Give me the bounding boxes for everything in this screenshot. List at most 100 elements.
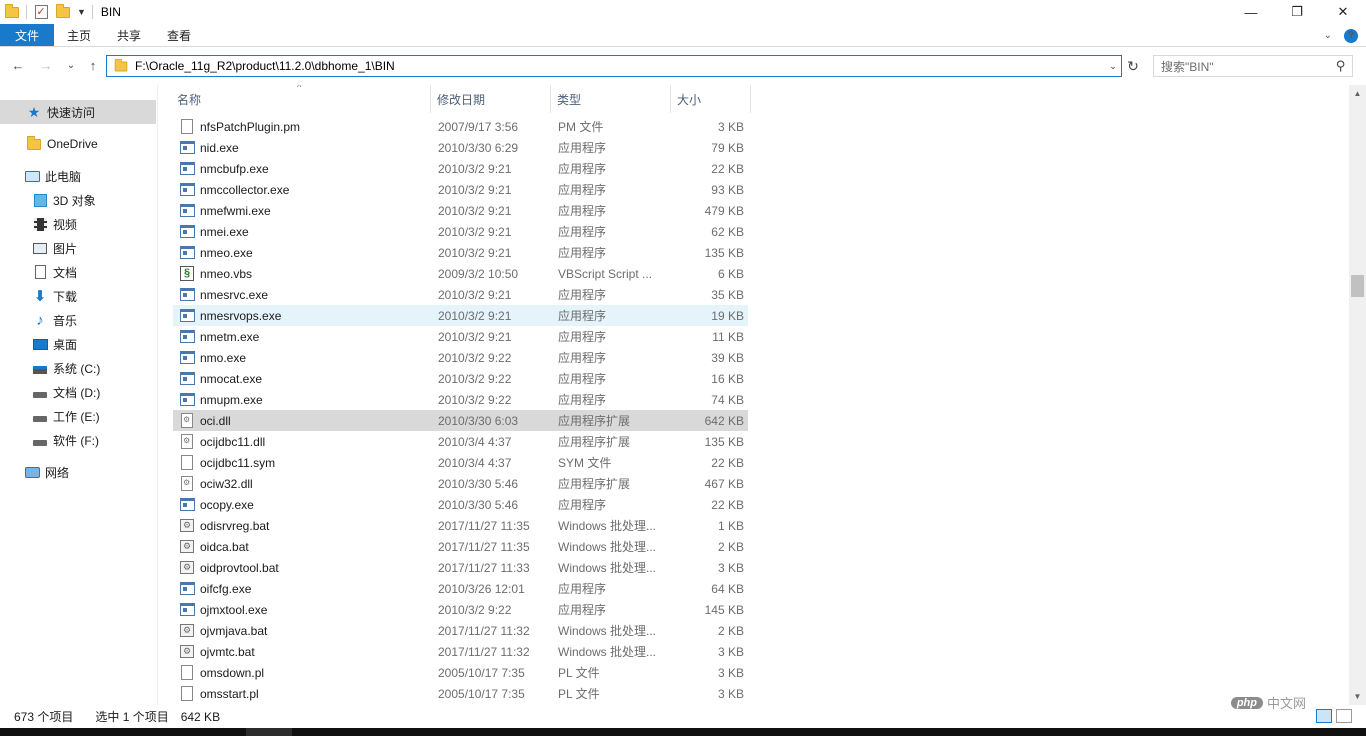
forward-button[interactable]: → [38,58,54,73]
nav-item-this-pc[interactable]: 此电脑 [0,164,156,188]
details-view-icon[interactable] [1316,709,1332,723]
table-row[interactable]: nmesrvc.exe 2010/3/2 9:21 应用程序 35 KB [173,284,748,305]
table-row[interactable]: nmesrvops.exe 2010/3/2 9:21 应用程序 19 KB [173,305,748,326]
expand-ribbon-chevron-icon[interactable]: ⌄ [1324,30,1332,41]
new-folder-icon[interactable] [55,3,71,20]
table-row[interactable]: ocopy.exe 2010/3/30 5:46 应用程序 22 KB [173,494,748,515]
table-row[interactable]: nmetm.exe 2010/3/2 9:21 应用程序 11 KB [173,326,748,347]
nav-item-drive-f[interactable]: 软件 (F:) [0,428,156,452]
exe-icon [179,497,195,513]
search-input[interactable]: 搜索"BIN" ⚲ [1153,55,1353,77]
table-row[interactable]: ocijdbc11.dll 2010/3/4 4:37 应用程序扩展 135 KB [173,431,748,452]
nav-item-music[interactable]: ♪ 音乐 [0,308,156,332]
table-row[interactable]: nmeo.vbs 2009/3/2 10:50 VBScript Script ..… [173,263,748,284]
nav-item-onedrive[interactable]: OneDrive [0,132,156,156]
file-size: 35 KB [711,287,744,302]
scroll-down-icon[interactable]: ▼ [1349,688,1366,705]
toolbar-divider [91,5,93,19]
star-icon: ★ [27,103,41,120]
table-row[interactable]: nmefwmi.exe 2010/3/2 9:21 应用程序 479 KB [173,200,748,221]
customize-toolbar-chevron-icon[interactable]: ▼ [77,7,86,17]
vertical-scrollbar[interactable]: ▲ ▼ [1349,85,1366,705]
download-icon: ⬇ [33,288,47,305]
table-row[interactable]: oidca.bat 2017/11/27 11:35 Windows 批处理... 2… [173,536,748,557]
nav-item-quick-access[interactable]: ★ 快速访问 [0,100,156,124]
nav-item-3d-objects[interactable]: 3D 对象 [0,188,156,212]
table-row[interactable]: ociw32.dll 2010/3/30 5:46 应用程序扩展 467 KB [173,473,748,494]
taskbar-app-button[interactable] [246,728,292,736]
table-row[interactable]: nmccollector.exe 2010/3/2 9:21 应用程序 93 KB [173,179,748,200]
file-type: 应用程序扩展 [558,477,631,491]
file-size: 3 KB [717,119,744,134]
table-row[interactable]: nmei.exe 2010/3/2 9:21 应用程序 62 KB [173,221,748,242]
scroll-up-icon[interactable]: ▲ [1349,85,1366,102]
column-header-type[interactable]: 类型 [551,85,671,113]
file-name: odisrvreg.bat [200,518,270,533]
large-icons-view-icon[interactable] [1336,709,1352,723]
file-icon [179,119,195,135]
nav-item-label: 音乐 [53,313,78,328]
nav-item-videos[interactable]: 视频 [0,212,156,236]
close-button[interactable]: ✕ [1320,0,1366,24]
window-title: BIN [100,5,121,19]
column-header-name[interactable]: 名称 [171,85,431,113]
table-row[interactable]: odisrvreg.bat 2017/11/27 11:35 Windows 批处理… [173,515,748,536]
column-header-size[interactable]: 大小 [671,85,751,113]
file-name-cell: nmefwmi.exe [179,200,429,221]
table-row[interactable]: oidprovtool.bat 2017/11/27 11:33 Windows 批… [173,557,748,578]
recent-locations-chevron-icon[interactable]: ⌄ [63,60,79,71]
nav-item-network[interactable]: 网络 [0,460,156,484]
table-row[interactable]: oci.dll 2010/3/30 6:03 应用程序扩展 642 KB [173,410,748,431]
tab-view[interactable]: 查看 [154,24,204,46]
nav-item-desktop[interactable]: 桌面 [0,332,156,356]
table-row[interactable]: omsdown.pl 2005/10/17 7:35 PL 文件 3 KB [173,662,748,683]
table-row[interactable]: ojvmtc.bat 2017/11/27 11:32 Windows 批处理...… [173,641,748,662]
address-dropdown-chevron-icon[interactable]: ⌄ [1105,56,1121,76]
desktop-icon [32,336,48,352]
table-row[interactable]: nmupm.exe 2010/3/2 9:22 应用程序 74 KB [173,389,748,410]
help-icon[interactable]: ? [1344,28,1358,43]
properties-icon[interactable]: ✓ [33,4,49,20]
file-name: nmcbufp.exe [200,161,269,176]
file-size: 62 KB [711,224,744,239]
nav-item-pictures[interactable]: 图片 [0,236,156,260]
nav-item-downloads[interactable]: ⬇ 下载 [0,284,156,308]
table-row[interactable]: ojvmjava.bat 2017/11/27 11:32 Windows 批处理.… [173,620,748,641]
table-row[interactable]: ocijdbc11.sym 2010/3/4 4:37 SYM 文件 22 KB [173,452,748,473]
nav-item-drive-e[interactable]: 工作 (E:) [0,404,156,428]
file-name: ocijdbc11.sym [200,455,276,470]
tab-file[interactable]: 文件 [0,24,55,46]
refresh-button[interactable]: ↻ [1124,56,1142,76]
column-header-label: 名称 [177,92,202,107]
nav-item-documents[interactable]: 文档 [0,260,156,284]
table-row[interactable]: nmcbufp.exe 2010/3/2 9:21 应用程序 22 KB [173,158,748,179]
tab-home[interactable]: 主页 [54,24,104,46]
bat-icon [179,560,195,576]
table-row[interactable]: nfsPatchPlugin.pm 2007/9/17 3:56 PM 文件 3 KB [173,116,748,137]
up-button[interactable]: ↑ [85,58,101,73]
scrollbar-thumb[interactable] [1351,275,1364,297]
table-row[interactable]: oifcfg.exe 2010/3/26 12:01 应用程序 64 KB [173,578,748,599]
nav-item-drive-d[interactable]: 文档 (D:) [0,380,156,404]
computer-icon [24,168,40,184]
file-date: 2010/3/30 6:03 [438,413,519,428]
minimize-button[interactable]: — [1228,0,1274,24]
table-row[interactable]: omsstart.pl 2005/10/17 7:35 PL 文件 3 KB [173,683,748,704]
maximize-button[interactable]: ❐ [1274,0,1320,24]
table-row[interactable]: ojmxtool.exe 2010/3/2 9:22 应用程序 145 KB [173,599,748,620]
nav-item-drive-c[interactable]: 系统 (C:) [0,356,156,380]
address-path[interactable]: F:\Oracle_11g_R2\product\11.2.0\dbhome_1… [135,59,395,73]
back-button[interactable]: ← [10,58,26,73]
table-row[interactable]: nmocat.exe 2010/3/2 9:22 应用程序 16 KB [173,368,748,389]
table-row[interactable]: nmo.exe 2010/3/2 9:22 应用程序 39 KB [173,347,748,368]
tab-share[interactable]: 共享 [104,24,154,46]
address-bar[interactable]: F:\Oracle_11g_R2\product\11.2.0\dbhome_1… [106,55,1122,77]
file-size: 467 KB [704,476,744,491]
column-header-date[interactable]: 修改日期 [431,85,551,113]
search-icon[interactable]: ⚲ [1336,58,1346,74]
exe-icon [179,287,195,303]
table-row[interactable]: nid.exe 2010/3/30 6:29 应用程序 79 KB [173,137,748,158]
file-size: 16 KB [711,371,744,386]
exe-icon [179,581,195,597]
table-row[interactable]: nmeo.exe 2010/3/2 9:21 应用程序 135 KB [173,242,748,263]
